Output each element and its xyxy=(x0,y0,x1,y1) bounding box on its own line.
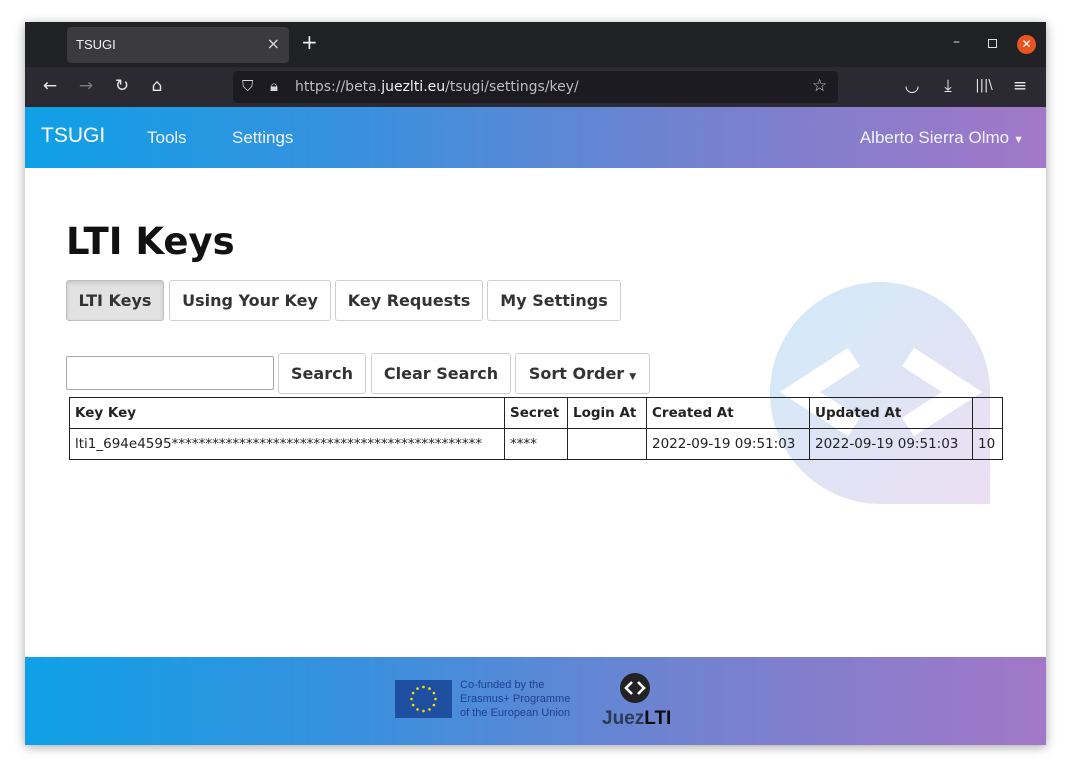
web-page: TSUGI Tools Settings Alberto Sierra Olmo… xyxy=(25,107,1046,745)
clear-search-button[interactable]: Clear Search xyxy=(371,353,511,394)
browser-tab[interactable]: TSUGI × xyxy=(67,27,289,63)
sort-order-button[interactable]: Sort Order ▼ xyxy=(515,353,650,394)
eu-flag-icon xyxy=(395,680,452,718)
shield-icon[interactable]: ⛉ xyxy=(242,77,253,95)
keys-table: Key Key Secret Login At Created At Updat… xyxy=(69,397,1003,460)
key-cell[interactable]: lti1_694e4595***************************… xyxy=(69,428,505,460)
column-header[interactable]: Key Key xyxy=(69,397,505,429)
user-menu[interactable]: Alberto Sierra Olmo ▼ xyxy=(860,128,1024,148)
window-close-icon[interactable]: ✕ xyxy=(1017,35,1036,54)
caret-down-icon: ▼ xyxy=(1013,134,1024,146)
sort-order-label: Sort Order xyxy=(528,364,625,383)
table-header-row: Key Key Secret Login At Created At Updat… xyxy=(69,397,1003,429)
site-header: TSUGI Tools Settings Alberto Sierra Olmo… xyxy=(25,107,1046,168)
download-icon[interactable]: ⤓ xyxy=(936,76,960,96)
url-text[interactable]: https://beta.juezlti.eu/tsugi/settings/k… xyxy=(295,79,579,95)
new-tab-icon[interactable]: + xyxy=(301,32,318,52)
column-header[interactable]: Created At xyxy=(646,397,810,429)
secret-cell: **** xyxy=(504,428,568,460)
column-header[interactable]: Secret xyxy=(504,397,568,429)
tab-using-your-key[interactable]: Using Your Key xyxy=(169,280,331,321)
forward-icon[interactable]: → xyxy=(74,76,98,96)
browser-window: TSUGI × + – ✕ ← → ↻ ⌂ ⛉ 🔒︎ https://beta.… xyxy=(25,22,1046,745)
search-button[interactable]: Search xyxy=(278,353,366,394)
column-header xyxy=(972,397,1003,429)
browser-toolbar: ← → ↻ ⌂ ⛉ 🔒︎ https://beta.juezlti.eu/tsu… xyxy=(25,67,1046,107)
nav-tools[interactable]: Tools xyxy=(147,128,187,148)
search-input[interactable] xyxy=(66,356,274,390)
library-icon[interactable]: |||\ xyxy=(972,76,996,96)
tab-strip: TSUGI × + – ✕ xyxy=(25,22,1046,67)
tab-close-icon[interactable]: × xyxy=(267,34,280,53)
login-at-cell xyxy=(567,428,647,460)
bookmark-star-icon[interactable]: ☆ xyxy=(812,76,827,96)
created-at-cell: 2022-09-19 09:51:03 xyxy=(646,428,810,460)
tab-lti-keys[interactable]: LTI Keys xyxy=(66,280,164,321)
extra-cell: 10 xyxy=(972,428,1003,460)
caret-down-icon: ▼ xyxy=(629,372,637,382)
column-header[interactable]: Login At xyxy=(567,397,647,429)
juezlti-logo-icon xyxy=(620,673,650,703)
back-icon[interactable]: ← xyxy=(38,76,62,96)
tab-key-requests[interactable]: Key Requests xyxy=(335,280,483,321)
table-row[interactable]: lti1_694e4595***************************… xyxy=(69,428,1003,460)
url-bar[interactable]: ⛉ 🔒︎ https://beta.juezlti.eu/tsugi/setti… xyxy=(233,71,838,103)
maximize-icon[interactable] xyxy=(988,39,997,48)
updated-at-cell: 2022-09-19 09:51:03 xyxy=(809,428,973,460)
juezlti-logo-text: JuezLTI xyxy=(602,708,672,729)
menu-icon[interactable]: ≡ xyxy=(1008,76,1032,96)
reload-icon[interactable]: ↻ xyxy=(110,76,134,96)
site-footer: Co-funded by the Erasmus+ Programme of t… xyxy=(25,657,1046,745)
home-icon[interactable]: ⌂ xyxy=(145,76,169,96)
minimize-icon[interactable]: – xyxy=(953,34,960,50)
user-name: Alberto Sierra Olmo xyxy=(859,128,1010,147)
tab-title: TSUGI xyxy=(76,37,116,52)
page-title: LTI Keys xyxy=(66,220,235,263)
pocket-icon[interactable]: ◡ xyxy=(900,76,924,96)
column-header[interactable]: Updated At xyxy=(809,397,973,429)
eu-funding-text: Co-funded by the Erasmus+ Programme of t… xyxy=(460,679,571,719)
site-brand[interactable]: TSUGI xyxy=(41,124,105,148)
juezlti-watermark-logo xyxy=(770,282,990,504)
tab-my-settings[interactable]: My Settings xyxy=(487,280,621,321)
lock-icon[interactable]: 🔒︎ xyxy=(270,77,278,95)
nav-settings[interactable]: Settings xyxy=(232,128,293,148)
